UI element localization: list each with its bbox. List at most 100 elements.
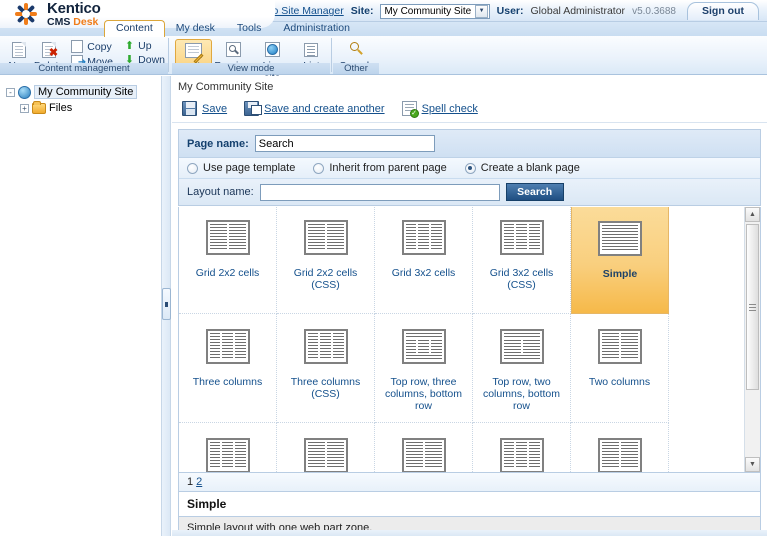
action-bar: Save Save and create another ✓ Spell che…	[172, 97, 767, 123]
spell-check-action[interactable]: ✓ Spell check	[401, 101, 478, 118]
layout-item-simple[interactable]: Simple	[571, 207, 669, 314]
radio-icon	[187, 162, 198, 174]
save-and-create-another-action[interactable]: Save and create another	[244, 101, 385, 116]
layout-thumbnail-grid-3x2	[401, 220, 446, 255]
layout-item-grid-3x2-cells[interactable]: Grid 3x2 cells	[375, 207, 473, 314]
panel-splitter[interactable]	[162, 76, 171, 536]
scroll-down-icon[interactable]: ▼	[745, 457, 760, 472]
ribbon-group-content-management: New ✖ Delete Copy ➔ Move	[0, 36, 168, 74]
user-label: User:	[496, 5, 524, 17]
ribbon-group-title-content-management: Content management	[0, 63, 168, 74]
layout-item-label: Grid 2x2 cells	[195, 267, 260, 279]
save-action[interactable]: Save	[182, 101, 227, 116]
layout-item-label: Simple	[602, 268, 638, 280]
layout-item-label: Three columns	[192, 376, 263, 388]
layout-thumbnail-simple	[598, 221, 642, 256]
layout-item-label: Top row, two columns, bottom row	[482, 376, 561, 412]
site-select-value: My Community Site	[384, 5, 472, 17]
spell-check-icon: ✓	[401, 101, 419, 118]
version-label: v5.0.3688	[632, 5, 676, 17]
tree-expander-icon[interactable]: +	[20, 103, 29, 113]
layout-thumbnail-two-columns	[597, 329, 642, 364]
copy-button[interactable]: Copy	[68, 40, 116, 53]
scrollbar-thumb[interactable]	[746, 224, 759, 390]
save-and-create-another-label: Save and create another	[264, 102, 385, 115]
ribbon-separator-1	[168, 38, 169, 72]
page-creation-mode-row: Use page template Inherit from parent pa…	[179, 158, 760, 179]
radio-inherit-from-parent-label: Inherit from parent page	[329, 162, 447, 174]
layout-gallery: Grid 2x2 cells Grid 2x2 cells (CSS) Grid…	[178, 207, 761, 473]
save-action-label: Save	[202, 102, 228, 115]
ribbon-group-view-mode: Edit Preview Live site List View mode	[172, 36, 330, 84]
tree-node-site-label: My Community Site	[34, 85, 138, 99]
layout-search-button[interactable]: Search	[505, 183, 564, 201]
new-page-form: Page name: Use page template Inherit fro…	[178, 129, 761, 206]
layout-item-label: Top row, three columns, bottom row	[384, 376, 463, 412]
tree-node-files[interactable]: + Files	[6, 100, 161, 116]
layout-item-top-row-two-columns-bottom-row[interactable]: Top row, two columns, bottom row	[473, 314, 571, 423]
layout-thumbnail-top-three-bottom	[401, 329, 446, 364]
radio-create-blank-page[interactable]: Create a blank page	[464, 162, 580, 174]
layout-thumbnail-grid-3x2-css	[499, 220, 544, 255]
layout-item-row3-2[interactable]	[277, 423, 375, 472]
layout-item-row3-4[interactable]	[473, 423, 571, 472]
radio-inherit-from-parent[interactable]: Inherit from parent page	[313, 162, 447, 174]
up-button[interactable]: ⬆ Up	[122, 40, 168, 52]
layout-thumbnail-three-columns-css	[303, 329, 348, 364]
layout-item-top-row-three-columns-bottom-row[interactable]: Top row, three columns, bottom row	[375, 314, 473, 423]
layout-item-row3-5[interactable]	[571, 423, 669, 472]
page-2[interactable]: 2	[196, 476, 202, 488]
splitter-grip[interactable]	[162, 288, 171, 320]
site-select[interactable]: My Community Site ▼	[380, 3, 490, 19]
layout-thumbnail-row3-1	[205, 438, 250, 472]
layout-gallery-scrollbar[interactable]: ▲ ▼	[744, 207, 760, 472]
brand-line-2: CMS Desk	[47, 17, 101, 28]
kentico-logo-icon	[13, 1, 39, 27]
list-icon	[293, 40, 330, 59]
user-value: Global Administrator	[530, 5, 626, 17]
layout-item-two-columns[interactable]: Two columns	[571, 314, 669, 423]
tab-administration[interactable]: Administration	[272, 21, 361, 36]
layout-item-label: Grid 2x2 cells (CSS)	[293, 267, 358, 291]
ribbon-toolbar: New ✖ Delete Copy ➔ Move	[0, 36, 767, 96]
tree-expander-icon[interactable]: -	[6, 87, 15, 97]
layout-item-grid-3x2-cells-css[interactable]: Grid 3x2 cells (CSS)	[473, 207, 571, 314]
tab-tools[interactable]: Tools	[226, 21, 273, 36]
layout-name-input[interactable]	[259, 183, 500, 201]
up-button-label: Up	[138, 40, 152, 52]
kentico-cms-desk-window: Switch to Site Manager Site: My Communit…	[0, 0, 767, 536]
edit-icon	[176, 41, 211, 64]
layout-thumbnail-top-two-bottom	[499, 329, 544, 364]
layout-item-three-columns-css[interactable]: Three columns (CSS)	[277, 314, 375, 423]
layout-item-grid-2x2-cells[interactable]: Grid 2x2 cells	[179, 207, 277, 314]
copy-icon	[71, 40, 84, 53]
layout-gallery-rows: Grid 2x2 cells Grid 2x2 cells (CSS) Grid…	[179, 207, 744, 472]
folder-icon	[32, 100, 46, 114]
brand-line-1: Kentico	[47, 0, 101, 17]
tab-content[interactable]: Content	[104, 20, 165, 37]
tree-node-site[interactable]: - My Community Site	[6, 84, 161, 100]
page-name-label: Page name:	[187, 137, 249, 150]
new-page-icon	[4, 40, 34, 59]
radio-icon-selected	[464, 162, 476, 174]
tab-my-desk[interactable]: My desk	[165, 21, 226, 36]
save-create-another-icon	[244, 101, 263, 116]
layout-item-row3-3[interactable]	[375, 423, 473, 472]
breadcrumb: My Community Site	[178, 81, 274, 93]
content-tree-panel: - My Community Site + Files	[0, 76, 162, 536]
layout-search-row: Layout name: Search	[179, 179, 760, 205]
layout-thumbnail-row3-4	[499, 438, 544, 472]
sign-out-button[interactable]: Sign out	[687, 2, 759, 20]
layout-item-row3-1[interactable]	[179, 423, 277, 472]
page-name-input[interactable]	[254, 135, 435, 152]
page-1[interactable]: 1	[187, 476, 193, 488]
layout-item-grid-2x2-cells-css[interactable]: Grid 2x2 cells (CSS)	[277, 207, 375, 314]
layout-row: Grid 2x2 cells Grid 2x2 cells (CSS) Grid…	[179, 207, 744, 314]
ribbon-separator-2	[331, 38, 332, 72]
ribbon-group-other: Search Other	[333, 36, 379, 74]
preview-icon	[214, 40, 251, 59]
radio-use-page-template[interactable]: Use page template	[187, 162, 295, 174]
scroll-up-icon[interactable]: ▲	[745, 207, 760, 222]
layout-item-three-columns[interactable]: Three columns	[179, 314, 277, 423]
site-label: Site:	[350, 5, 374, 17]
